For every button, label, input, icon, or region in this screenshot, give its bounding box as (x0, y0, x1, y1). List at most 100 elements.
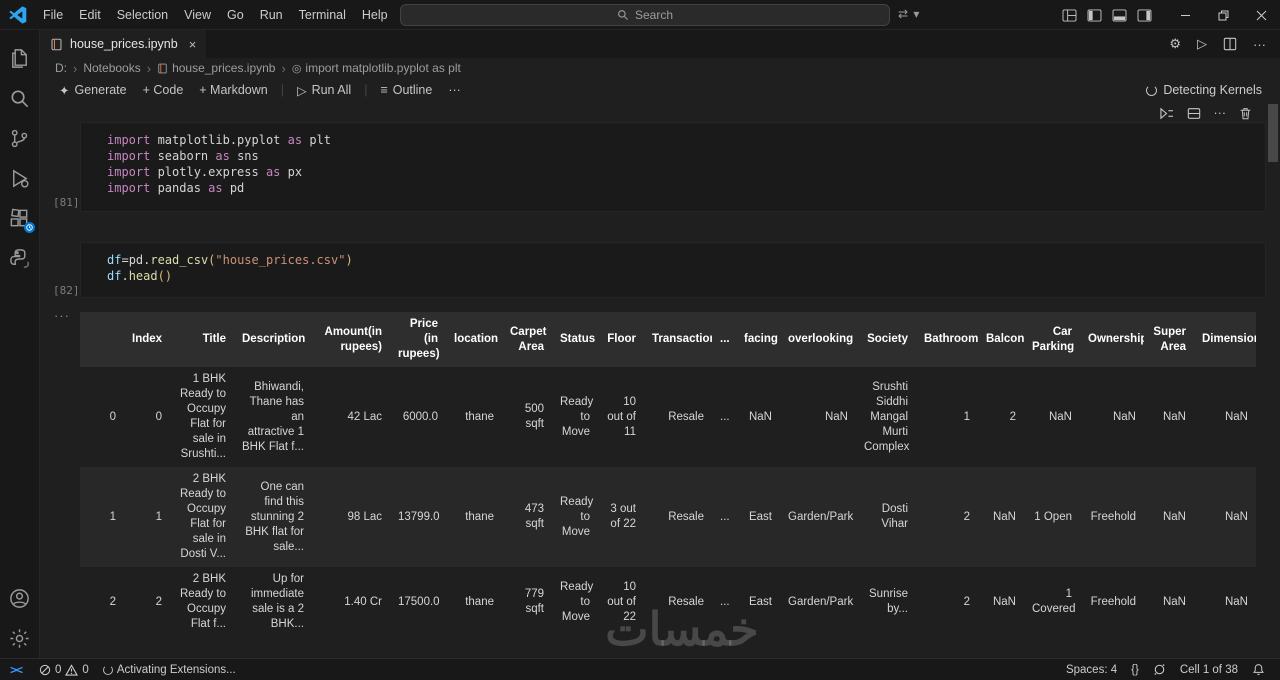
indent-indicator[interactable]: Spaces: 4 (1059, 664, 1124, 676)
column-header: Balcony (978, 312, 1024, 367)
table-cell: Ready to Move (560, 495, 594, 538)
code-line[interactable]: df.head() (107, 268, 1265, 284)
table-cell: 17500.0 (398, 595, 440, 608)
scrollbar-thumb[interactable] (1268, 104, 1278, 162)
column-header: Price (in rupees) (390, 312, 446, 367)
search-sidebar-icon[interactable] (0, 78, 40, 118)
tab-close-icon[interactable]: × (189, 37, 197, 52)
cell-options-ellipsis[interactable]: ··· (54, 308, 70, 323)
jupyter-indicator[interactable] (1146, 663, 1173, 676)
table-cell: 0 (155, 410, 162, 423)
explorer-icon[interactable] (0, 38, 40, 78)
toolbar-separator: | (364, 83, 368, 97)
editor-scrollbar[interactable] (1266, 102, 1280, 658)
split-editor-icon[interactable] (1223, 37, 1237, 51)
chevron-right-icon: › (281, 60, 286, 76)
loading-spinner-icon (102, 664, 113, 675)
language-indicator[interactable]: {} (1124, 664, 1146, 676)
command-center-search[interactable]: Search (400, 4, 890, 26)
toggle-sidebar-icon[interactable] (1087, 8, 1102, 22)
code-cell[interactable]: df=pd.read_csv("house_prices.csv") df.hea… (80, 242, 1266, 298)
table-cell: Ready to Move (560, 395, 594, 438)
menu-edit[interactable]: Edit (71, 4, 109, 26)
table-cell: 1 (963, 410, 970, 423)
close-button[interactable] (1242, 0, 1280, 30)
menu-go[interactable]: Go (219, 4, 252, 26)
table-cell: 0 (109, 410, 116, 423)
extensions-icon[interactable] (0, 198, 40, 238)
breadcrumb-symbol[interactable]: import matplotlib.pyplot as plt (305, 61, 460, 75)
cell-more-icon[interactable]: ··· (1214, 106, 1227, 120)
code-line[interactable]: import seaborn as sns (107, 148, 1265, 164)
column-header: Index (124, 312, 170, 367)
table-cell: NaN (1162, 410, 1186, 423)
execute-cells-icon[interactable] (1159, 107, 1174, 120)
menu-selection[interactable]: Selection (109, 4, 176, 26)
run-notebook-icon[interactable]: ▷ (1197, 36, 1207, 52)
table-cell: 2 BHK Ready to Occupy Flat f... (179, 573, 226, 630)
kernel-status[interactable]: Detecting Kernels (1146, 83, 1262, 97)
breadcrumb-drive[interactable]: D: (55, 61, 67, 75)
manage-gear-icon[interactable] (0, 618, 40, 658)
generate-button[interactable]: ✦ Generate (52, 81, 134, 100)
problems-indicator[interactable]: 0 0 (32, 659, 96, 680)
split-cell-icon[interactable] (1187, 107, 1201, 120)
menu-file[interactable]: File (35, 4, 71, 26)
table-cell: 3 out of 22 (610, 503, 636, 530)
minimize-button[interactable] (1166, 0, 1204, 30)
toggle-panel-icon[interactable] (1112, 8, 1127, 22)
notebook-settings-icon[interactable]: ⚙ (1169, 36, 1181, 52)
add-markdown-button[interactable]: + Markdown (192, 81, 274, 99)
remote-indicator[interactable]: >< (0, 663, 32, 677)
more-actions-icon[interactable]: ··· (1253, 37, 1266, 52)
table-cell: NaN (1048, 410, 1072, 423)
toggle-secondary-sidebar-icon[interactable] (1137, 8, 1152, 22)
column-header: overlooking (780, 312, 856, 367)
menu-run[interactable]: Run (252, 4, 291, 26)
source-control-icon[interactable] (0, 118, 40, 158)
run-all-button[interactable]: ▷ Run All (290, 81, 358, 100)
table-cell: NaN (1162, 510, 1186, 523)
notifications-bell[interactable] (1245, 663, 1272, 676)
table-cell: 1 BHK Ready to Occupy Flat for sale in S… (179, 373, 226, 460)
table-row: 0 0 1 BHK Ready to Occupy Flat for sale in… (80, 367, 1256, 467)
cell-output: Index Title Description Amount(in rupees) Pr… (80, 312, 1256, 637)
play-icon: ▷ (296, 83, 307, 98)
column-header (80, 312, 124, 367)
column-header: Description (234, 312, 312, 367)
restore-button[interactable] (1204, 0, 1242, 30)
column-header: Bathroom (916, 312, 978, 367)
code-line[interactable]: df=pd.read_csv("house_prices.csv") (107, 252, 1265, 268)
code-line[interactable]: import plotly.express as px (107, 164, 1265, 180)
kernel-spinner-icon (1146, 84, 1158, 96)
code-line[interactable]: import matplotlib.pyplot as plt (107, 132, 1265, 148)
table-cell: 1 (155, 510, 162, 523)
column-header: Title (170, 312, 234, 367)
menu-terminal[interactable]: Terminal (291, 4, 354, 26)
table-cell: NaN (992, 595, 1016, 608)
table-cell: thane (465, 595, 494, 608)
tab-house-prices[interactable]: house_prices.ipynb × (40, 30, 207, 58)
cell-indicator[interactable]: Cell 1 of 38 (1173, 664, 1245, 676)
session-restore-icon[interactable]: ⇄ ▾ (898, 7, 920, 21)
add-code-button[interactable]: + Code (136, 81, 191, 99)
activating-extensions[interactable]: Activating Extensions... (96, 659, 243, 680)
menu-view[interactable]: View (176, 4, 219, 26)
search-icon (618, 10, 628, 20)
menu-help[interactable]: Help (354, 4, 396, 26)
customize-layout-icon[interactable] (1062, 8, 1077, 22)
python-icon[interactable] (0, 238, 40, 278)
delete-cell-icon[interactable] (1239, 107, 1252, 120)
table-row: 1 1 2 BHK Ready to Occupy Flat for sale in… (80, 467, 1256, 567)
account-icon[interactable] (0, 578, 40, 618)
toolbar-more-icon[interactable]: ··· (441, 81, 468, 99)
warning-icon (65, 663, 79, 676)
error-icon (39, 664, 51, 675)
breadcrumb-folder[interactable]: Notebooks (83, 61, 140, 75)
breadcrumb-file[interactable]: house_prices.ipynb (172, 61, 275, 75)
code-line[interactable]: import pandas as pd (107, 180, 1265, 196)
table-cell: 473 sqft (524, 503, 544, 530)
code-cell[interactable]: import matplotlib.pyplot as plt import se… (80, 122, 1266, 212)
run-debug-icon[interactable] (0, 158, 40, 198)
outline-button[interactable]: ≡ Outline (373, 81, 439, 99)
